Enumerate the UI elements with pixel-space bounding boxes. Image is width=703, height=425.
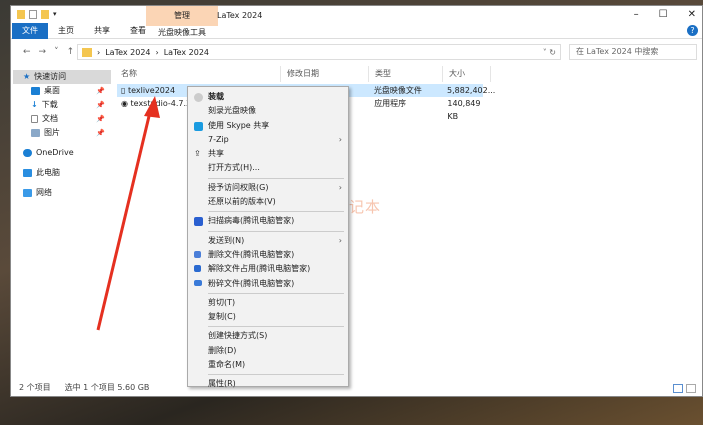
arrow-head bbox=[144, 96, 160, 118]
red-arrow-annotation bbox=[96, 96, 160, 331]
arrow-shaft bbox=[96, 111, 152, 331]
